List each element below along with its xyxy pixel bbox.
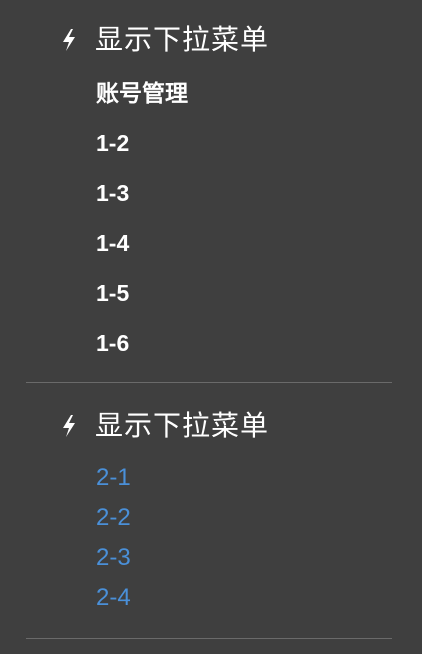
group-1-title: 显示下拉菜单 — [95, 24, 270, 55]
lightning-icon — [63, 415, 75, 437]
group-2-header[interactable]: 显示下拉菜单 — [60, 410, 269, 442]
menu-item-1-3[interactable]: 1-3 — [96, 179, 129, 207]
menu-item-1-6[interactable]: 1-6 — [96, 329, 129, 357]
menu-item-2-4[interactable]: 2-4 — [96, 584, 131, 612]
group-1-header[interactable]: 显示下拉菜单 — [60, 24, 269, 56]
lightning-icon — [63, 29, 75, 51]
menu-item-2-3[interactable]: 2-3 — [96, 544, 131, 572]
dropdown-menu-panel: 显示下拉菜单 账号管理 1-2 1-3 1-4 1-5 1-6 显示下拉菜单 2… — [0, 0, 422, 654]
menu-item-account-management[interactable]: 账号管理 — [96, 79, 188, 107]
menu-item-1-4[interactable]: 1-4 — [96, 229, 129, 257]
group-divider — [26, 382, 392, 383]
group-divider — [26, 638, 392, 639]
menu-item-2-1[interactable]: 2-1 — [96, 464, 131, 492]
menu-item-1-5[interactable]: 1-5 — [96, 279, 129, 307]
menu-item-2-2[interactable]: 2-2 — [96, 504, 131, 532]
group-2-title: 显示下拉菜单 — [95, 410, 270, 441]
menu-item-1-2[interactable]: 1-2 — [96, 129, 129, 157]
